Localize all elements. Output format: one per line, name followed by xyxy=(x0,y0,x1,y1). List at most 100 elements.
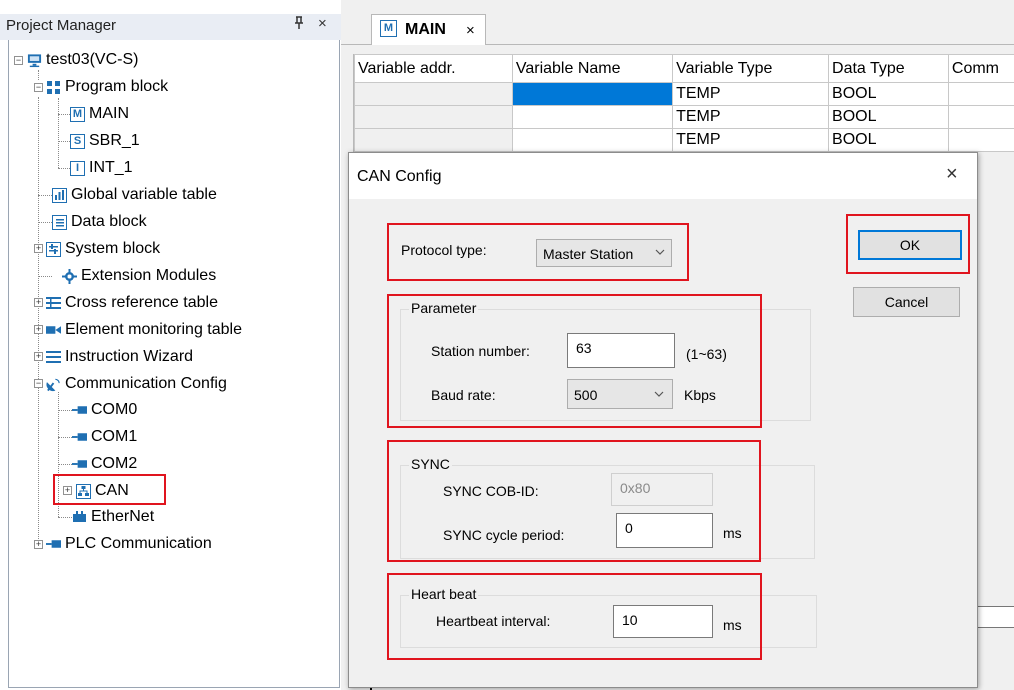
collapse-communication-config-icon[interactable]: − xyxy=(34,379,43,388)
project-manager-panel: Project Manager × − − + + + + − + + test… xyxy=(0,0,341,690)
tree-line xyxy=(58,98,59,168)
dialog-close-icon[interactable]: × xyxy=(946,163,958,186)
tree-line xyxy=(38,97,39,543)
tree-item-label: COM1 xyxy=(91,428,138,445)
table-cell[interactable]: TEMP xyxy=(672,82,830,106)
tab-main[interactable]: M MAIN × xyxy=(371,14,486,45)
expand-plc-communication-icon[interactable]: + xyxy=(34,540,43,549)
variable-table: Variable addr. Variable Name Variable Ty… xyxy=(353,54,1014,152)
tree-item-global-variable-table[interactable]: Global variable table xyxy=(52,184,217,206)
tree-item-label: PLC Communication xyxy=(65,535,212,552)
tree-item-plc-communication[interactable]: PLC Communication xyxy=(46,533,212,555)
table-cell[interactable] xyxy=(511,128,674,152)
column-header[interactable]: Comm xyxy=(947,54,1014,83)
parameter-highlight-box xyxy=(387,294,762,428)
tree-item-ethernet[interactable]: EtherNet xyxy=(72,506,154,528)
tree-item-instruction-wizard[interactable]: Instruction Wizard xyxy=(46,346,193,368)
tree-line xyxy=(38,276,52,277)
tab-close-icon[interactable]: × xyxy=(466,22,475,39)
pin-icon[interactable] xyxy=(293,16,305,33)
table-cell[interactable]: BOOL xyxy=(828,128,949,152)
column-header[interactable]: Variable Type xyxy=(672,54,830,83)
cancel-button[interactable]: Cancel xyxy=(853,287,960,317)
tree-root-label: test03(VC-S) xyxy=(46,51,139,68)
system-block-icon xyxy=(46,241,61,257)
tree-line xyxy=(38,195,52,196)
serial-plug-icon xyxy=(72,457,87,472)
expand-element-monitoring-icon[interactable]: + xyxy=(34,325,43,334)
ladder-rung-fragment xyxy=(978,606,1014,628)
list-table-icon xyxy=(46,296,61,311)
table-cell[interactable] xyxy=(354,105,513,129)
tree-item-label: Data block xyxy=(71,213,147,230)
table-row: TEMP BOOL xyxy=(354,82,1014,106)
tree-item-extension-modules[interactable]: Extension Modules xyxy=(62,265,216,287)
table-cell-selected[interactable] xyxy=(511,82,674,106)
protocol-highlight-box xyxy=(387,223,689,281)
project-manager-header: Project Manager × xyxy=(0,14,341,40)
tree-item-program-block[interactable]: Program block xyxy=(46,76,168,98)
tree-item-cross-reference-table[interactable]: Cross reference table xyxy=(46,292,218,314)
can-config-dialog: CAN Config × Protocol type: Master Stati… xyxy=(348,152,978,688)
table-row: TEMP BOOL xyxy=(354,105,1014,129)
collapse-root-icon[interactable]: − xyxy=(14,56,23,65)
table-row: TEMP BOOL xyxy=(354,128,1014,152)
tree-line xyxy=(38,70,39,80)
ethernet-port-icon xyxy=(72,510,87,525)
table-cell[interactable]: TEMP xyxy=(672,105,830,129)
tree-item-label: Element monitoring table xyxy=(65,321,242,338)
expand-system-block-icon[interactable]: + xyxy=(34,244,43,253)
tree-line xyxy=(58,168,70,169)
serial-plug-icon xyxy=(72,430,87,445)
column-header[interactable]: Variable addr. xyxy=(354,54,513,83)
table-cell[interactable] xyxy=(947,82,1014,106)
column-header[interactable]: Data Type xyxy=(828,54,949,83)
monitor-camera-icon xyxy=(46,323,61,338)
table-cell[interactable] xyxy=(947,105,1014,129)
column-header[interactable]: Variable Name xyxy=(511,54,674,83)
project-manager-title: Project Manager xyxy=(6,17,117,34)
table-cell[interactable]: TEMP xyxy=(672,128,830,152)
ok-highlight-box xyxy=(846,214,970,274)
tree-item-label: SBR_1 xyxy=(89,132,140,149)
tree-item-main[interactable]: M MAIN xyxy=(70,103,129,125)
table-cell[interactable] xyxy=(354,82,513,106)
tree-item-com2[interactable]: COM2 xyxy=(72,453,137,475)
table-cell[interactable] xyxy=(354,128,513,152)
tab-label: MAIN xyxy=(405,21,446,38)
tree-item-label: System block xyxy=(65,240,161,257)
collapse-program-block-icon[interactable]: − xyxy=(34,83,43,92)
table-cell[interactable]: BOOL xyxy=(828,105,949,129)
serial-plug-icon xyxy=(72,403,87,418)
menu-lines-icon xyxy=(46,350,61,365)
tree-line xyxy=(58,437,72,438)
heartbeat-highlight-box xyxy=(387,573,762,660)
expand-instruction-wizard-icon[interactable]: + xyxy=(34,352,43,361)
interrupt-icon: I xyxy=(70,160,85,176)
tree-item-com1[interactable]: COM1 xyxy=(72,426,137,448)
dialog-title: CAN Config xyxy=(357,168,442,185)
tree-item-label: Global variable table xyxy=(71,186,217,203)
tree-item-data-block[interactable]: Data block xyxy=(52,211,147,233)
table-cell[interactable]: BOOL xyxy=(828,82,949,106)
table-cell[interactable] xyxy=(511,105,674,129)
tree-line xyxy=(38,222,52,223)
tree-item-com0[interactable]: COM0 xyxy=(72,399,137,421)
dialog-title-bar: CAN Config × xyxy=(349,153,977,199)
tree-line xyxy=(58,141,70,142)
program-block-icon xyxy=(46,80,61,95)
subroutine-icon: S xyxy=(70,133,85,149)
tree-item-system-block[interactable]: System block xyxy=(46,238,160,260)
tree-item-sbr1[interactable]: S SBR_1 xyxy=(70,130,140,152)
serial-plug-icon xyxy=(46,537,61,552)
tree-line xyxy=(58,464,72,465)
expand-cross-reference-icon[interactable]: + xyxy=(34,298,43,307)
close-panel-icon[interactable]: × xyxy=(318,15,327,32)
tree-root-node[interactable]: test03(VC-S) xyxy=(27,49,138,71)
tree-item-label: COM2 xyxy=(91,455,138,472)
tree-item-element-monitoring-table[interactable]: Element monitoring table xyxy=(46,319,242,341)
table-cell[interactable] xyxy=(947,128,1014,152)
table-header-row: Variable addr. Variable Name Variable Ty… xyxy=(354,54,1014,83)
tree-item-int1[interactable]: I INT_1 xyxy=(70,157,133,179)
tree-item-communication-config[interactable]: Communication Config xyxy=(46,373,227,395)
